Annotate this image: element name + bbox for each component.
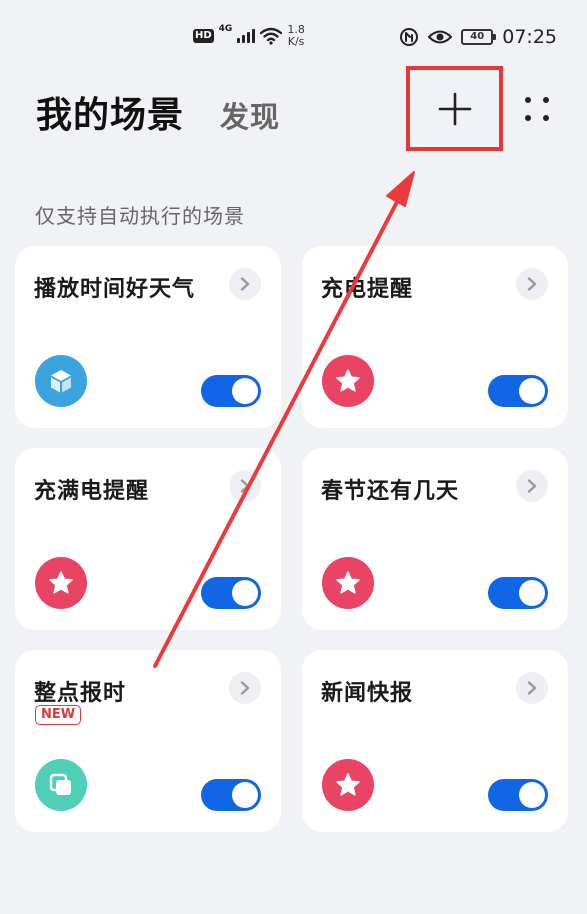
scene-title: 新闻快报	[321, 681, 414, 706]
cube-icon	[51, 370, 71, 393]
scene-card[interactable]: 充满电提醒	[15, 448, 281, 630]
speed-unit: K/s	[287, 35, 305, 48]
star-icon	[336, 369, 360, 392]
tab-discover[interactable]: 发现	[220, 94, 280, 136]
scene-card[interactable]: 整点报时 NEW	[15, 650, 281, 832]
scene-detail-button[interactable]	[229, 672, 261, 704]
new-badge: NEW	[35, 705, 82, 725]
scene-toggle[interactable]	[201, 779, 261, 811]
scene-toggle[interactable]	[488, 375, 548, 407]
scene-title: 充满电提醒	[34, 479, 150, 504]
scene-icon	[35, 557, 87, 609]
status-time: 07:25	[502, 26, 557, 48]
scene-toggle[interactable]	[201, 577, 261, 609]
star-icon	[49, 571, 73, 594]
scene-title: 整点报时	[34, 681, 127, 706]
toggle-knob	[519, 378, 545, 404]
scene-icon	[322, 557, 374, 609]
eye-icon	[428, 30, 453, 44]
scene-toggle[interactable]	[201, 375, 261, 407]
wifi-icon	[260, 27, 283, 45]
scene-toggle[interactable]	[488, 577, 548, 609]
status-right-group: 40 07:25	[399, 24, 557, 50]
plus-icon	[438, 92, 471, 125]
status-bar: HD 4G 1.8 K/s 40 07:25	[0, 0, 587, 70]
network-type: 4G	[218, 24, 233, 34]
scene-title: 充电提醒	[321, 277, 414, 302]
scene-card[interactable]: 新闻快报	[302, 650, 568, 832]
chevron-right-icon	[240, 681, 250, 695]
chevron-right-icon	[527, 681, 537, 695]
chevron-right-icon	[240, 277, 250, 291]
chevron-right-icon	[527, 479, 537, 493]
status-left-group: HD 4G 1.8 K/s	[193, 22, 305, 50]
scene-toggle[interactable]	[488, 779, 548, 811]
data-saver-icon	[400, 28, 419, 46]
toggle-knob	[519, 782, 545, 808]
toggle-knob	[232, 782, 258, 808]
scene-title: 春节还有几天	[321, 479, 460, 504]
scene-detail-button[interactable]	[229, 470, 261, 502]
star-icon	[336, 773, 360, 796]
scene-icon	[35, 355, 87, 407]
scene-card[interactable]: 播放时间好天气	[15, 246, 281, 428]
scene-icon	[322, 355, 374, 407]
star-icon	[336, 571, 360, 594]
scene-detail-button[interactable]	[516, 672, 548, 704]
scene-icon	[322, 759, 374, 811]
scene-detail-button[interactable]	[229, 268, 261, 300]
scene-icon	[35, 759, 87, 811]
chevron-right-icon	[527, 277, 537, 291]
toggle-knob	[232, 580, 258, 606]
scene-detail-button[interactable]	[516, 268, 548, 300]
scene-title: 播放时间好天气	[34, 277, 196, 302]
signal-icon	[237, 29, 256, 43]
scene-card[interactable]: 春节还有几天	[302, 448, 568, 630]
layers-icon	[49, 773, 71, 795]
add-scene-button[interactable]	[406, 66, 503, 151]
chevron-right-icon	[240, 479, 250, 493]
toggle-knob	[519, 580, 545, 606]
page-title: 我的场景	[36, 95, 185, 136]
hd-badge: HD	[193, 29, 214, 43]
scene-card[interactable]: 充电提醒	[302, 246, 568, 428]
network-speed: 1.8 K/s	[287, 24, 305, 48]
section-label: 仅支持自动执行的场景	[35, 204, 245, 228]
toggle-knob	[232, 378, 258, 404]
more-options-button[interactable]	[518, 90, 556, 128]
scene-detail-button[interactable]	[516, 470, 548, 502]
dots-grid-icon	[525, 97, 549, 121]
battery-icon: 40	[461, 29, 497, 45]
